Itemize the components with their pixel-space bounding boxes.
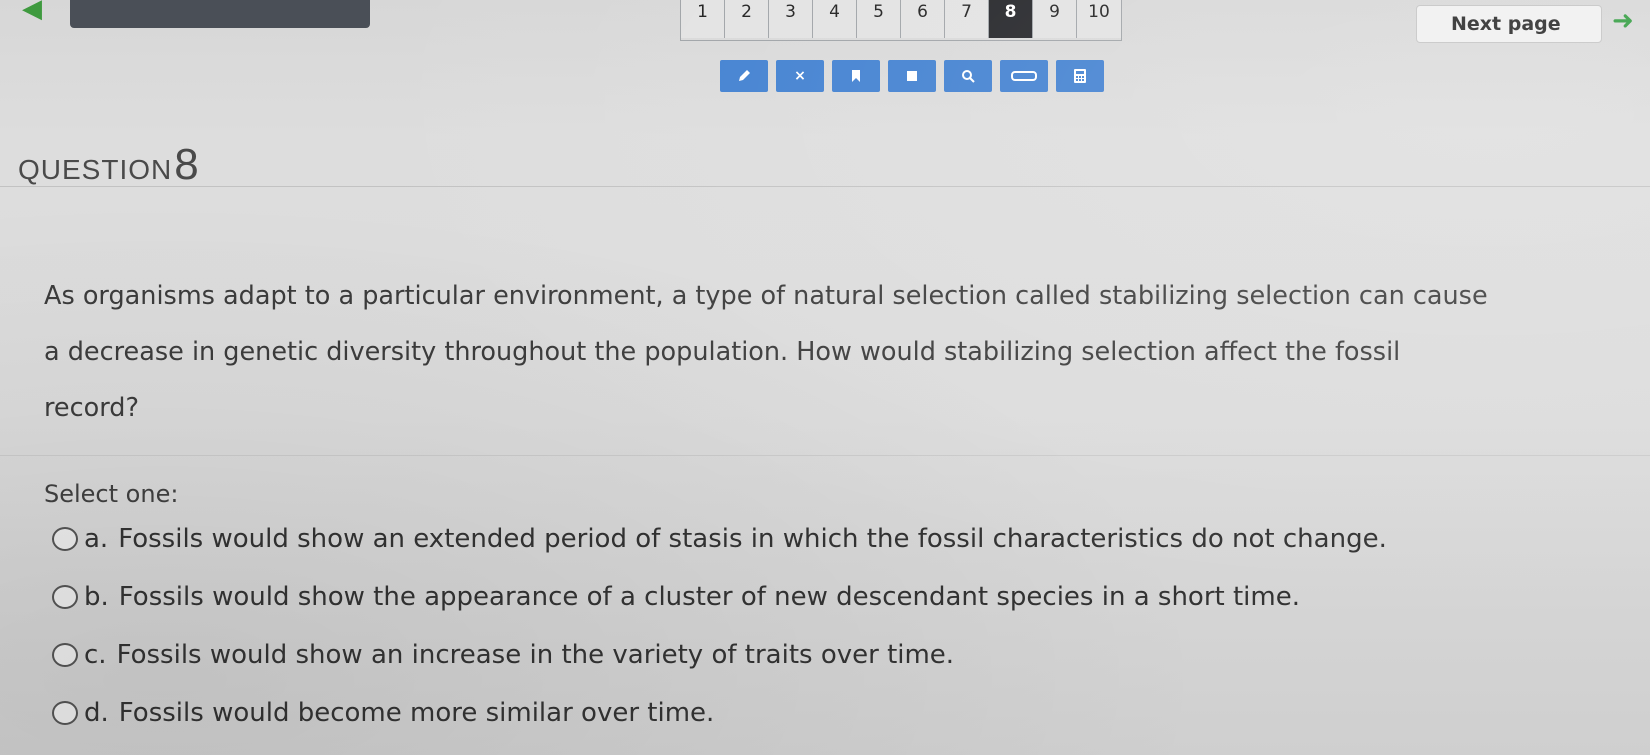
page-link-3[interactable]: 3 xyxy=(769,0,813,38)
question-line-3: record? xyxy=(44,393,139,423)
quiz-page: ◀ 1 2 3 4 5 6 7 8 9 10 Next page ➜ × QUE… xyxy=(0,0,1650,755)
option-a-letter: a. xyxy=(84,524,109,554)
magnifier-icon[interactable] xyxy=(944,60,992,92)
option-d-letter: d. xyxy=(84,698,109,728)
option-a[interactable]: a. Fossils would show an extended period… xyxy=(52,510,1387,568)
page-link-4[interactable]: 4 xyxy=(813,0,857,38)
option-b-text: Fossils would show the appearance of a c… xyxy=(118,582,1300,612)
radio-button-a[interactable] xyxy=(52,527,78,551)
answer-divider xyxy=(0,455,1650,456)
option-c-letter: c. xyxy=(84,640,107,670)
previous-arrow-icon: ◀ xyxy=(22,0,42,24)
option-a-text: Fossils would show an extended period of… xyxy=(118,524,1387,554)
option-b[interactable]: b. Fossils would show the appearance of … xyxy=(52,568,1387,626)
answer-options: a. Fossils would show an extended period… xyxy=(52,510,1387,742)
radio-button-b[interactable] xyxy=(52,585,78,609)
tool-bar: × xyxy=(720,60,1104,92)
next-page-button[interactable]: Next page xyxy=(1416,5,1602,43)
next-page-label: Next page xyxy=(1451,13,1561,35)
option-c-text: Fossils would show an increase in the va… xyxy=(116,640,955,670)
option-d[interactable]: d. Fossils would become more similar ove… xyxy=(52,684,1387,742)
question-heading-word: QUESTION xyxy=(18,154,173,185)
page-link-6[interactable]: 6 xyxy=(901,0,945,38)
radio-button-c[interactable] xyxy=(52,643,78,667)
pencil-icon[interactable] xyxy=(720,60,768,92)
option-c[interactable]: c. Fossils would show an increase in the… xyxy=(52,626,1387,684)
question-heading: QUESTION8 xyxy=(18,140,200,190)
page-link-8-current[interactable]: 8 xyxy=(989,0,1033,38)
page-link-10[interactable]: 10 xyxy=(1077,0,1121,38)
select-one-prompt: Select one: xyxy=(44,480,179,508)
question-line-1: As organisms adapt to a particular envir… xyxy=(44,281,1488,311)
option-d-text: Fossils would become more similar over t… xyxy=(118,698,715,728)
bookmark-icon[interactable] xyxy=(832,60,880,92)
next-arrow-icon[interactable]: ➜ xyxy=(1612,6,1634,36)
page-link-2[interactable]: 2 xyxy=(725,0,769,38)
page-link-5[interactable]: 5 xyxy=(857,0,901,38)
highlighter-icon[interactable] xyxy=(888,60,936,92)
page-navigation: 1 2 3 4 5 6 7 8 9 10 xyxy=(680,0,1122,41)
radio-button-d[interactable] xyxy=(52,701,78,725)
page-link-1[interactable]: 1 xyxy=(681,0,725,38)
question-number: 8 xyxy=(174,140,200,189)
question-text: As organisms adapt to a particular envir… xyxy=(44,268,1634,436)
line-reader-icon[interactable] xyxy=(1000,60,1048,92)
calculator-icon[interactable] xyxy=(1056,60,1104,92)
previous-page-button[interactable] xyxy=(70,0,370,28)
close-icon[interactable]: × xyxy=(776,60,824,92)
page-link-9[interactable]: 9 xyxy=(1033,0,1077,38)
close-glyph: × xyxy=(794,68,806,84)
question-line-2: a decrease in genetic diversity througho… xyxy=(44,337,1401,367)
header-divider xyxy=(0,186,1650,187)
page-link-7[interactable]: 7 xyxy=(945,0,989,38)
option-b-letter: b. xyxy=(84,582,109,612)
